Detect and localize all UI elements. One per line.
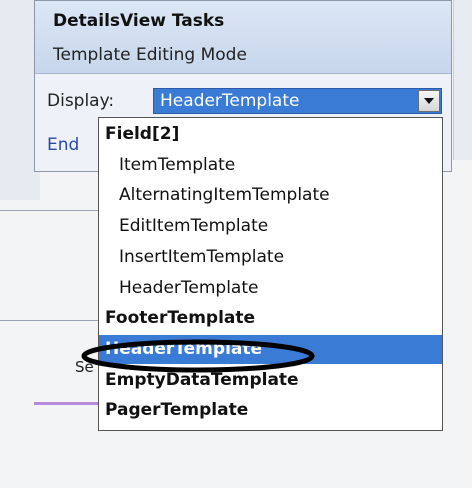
display-select-value: HeaderTemplate (160, 91, 300, 111)
highlight-ellipse-annotation (81, 339, 315, 373)
dropdown-option[interactable]: PagerTemplate (99, 396, 442, 425)
designer-divider-top (0, 210, 105, 211)
designer-purple-underline (34, 402, 104, 405)
panel-subtitle: Template Editing Mode (53, 45, 247, 65)
display-dropdown-list: Field[2] ItemTemplate AlternatingItemTempl… (98, 117, 443, 431)
dropdown-button[interactable] (418, 90, 440, 112)
display-select[interactable]: HeaderTemplate (153, 88, 442, 114)
panel-title: DetailsView Tasks (53, 11, 225, 31)
designer-surface-right (453, 0, 472, 160)
task-panel-header: DetailsView Tasks Template Editing Mode (35, 1, 451, 74)
end-template-editing-link[interactable]: End (47, 135, 79, 155)
chevron-down-icon (424, 98, 434, 104)
dropdown-option[interactable]: AlternatingItemTemplate (99, 181, 442, 210)
dropdown-option[interactable]: HeaderTemplate (99, 274, 442, 303)
dropdown-option[interactable]: EditItemTemplate (99, 212, 442, 241)
dropdown-option[interactable]: InsertItemTemplate (99, 243, 442, 272)
display-label: Display: (47, 91, 115, 111)
dropdown-option[interactable]: ItemTemplate (99, 151, 442, 180)
dropdown-option[interactable]: Field[2] (99, 120, 442, 149)
designer-divider-bottom (0, 320, 105, 321)
dropdown-option[interactable]: FooterTemplate (99, 304, 442, 333)
